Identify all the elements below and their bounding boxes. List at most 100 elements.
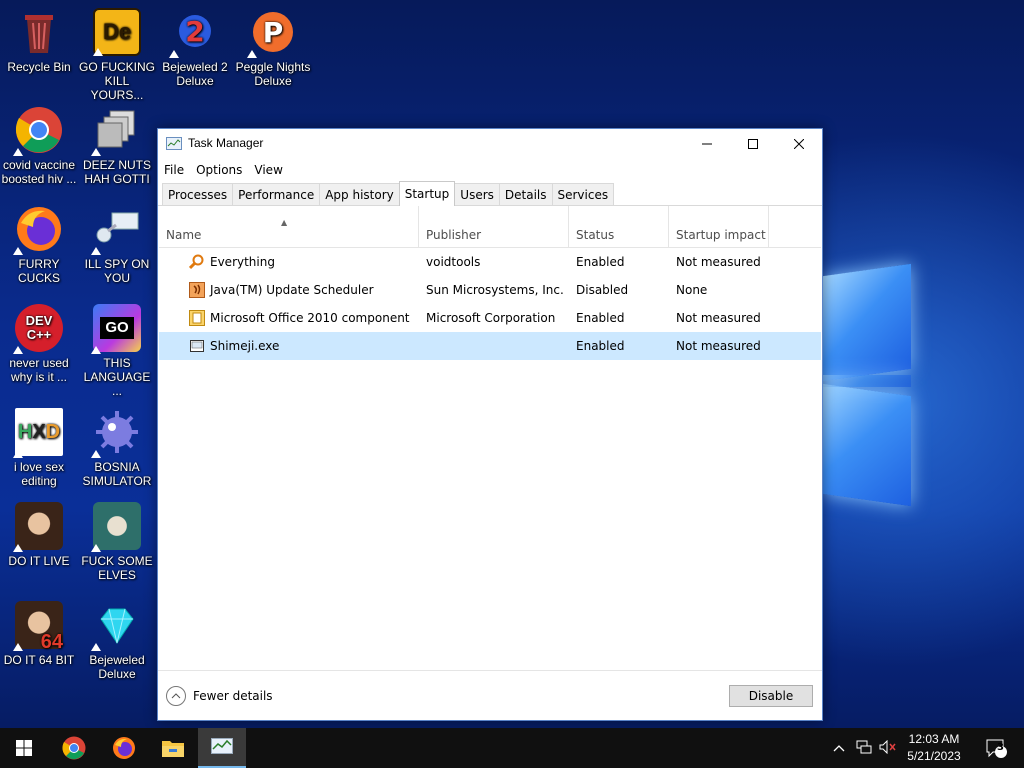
- clock-date: 5/21/2023: [907, 749, 961, 763]
- goland-icon: GO: [91, 304, 141, 354]
- desktop-icon-firefox[interactable]: FURRY CUCKS: [0, 205, 78, 285]
- system-tray: [830, 728, 900, 768]
- desktop-icon-bejeweled[interactable]: Bejeweled Deluxe: [78, 601, 156, 681]
- row-impact: None: [676, 283, 708, 297]
- title-bar[interactable]: Task Manager: [158, 129, 822, 159]
- firefox-icon: [13, 205, 63, 255]
- desktop-icon-do-it-64-bit[interactable]: 64 DO IT 64 BIT: [0, 601, 78, 667]
- network-icon[interactable]: [852, 740, 876, 757]
- tab-users[interactable]: Users: [454, 183, 500, 205]
- exe-icon: [190, 340, 204, 352]
- portrait-icon: [13, 502, 63, 552]
- maximize-icon: [748, 139, 758, 149]
- column-header-status[interactable]: Status: [569, 206, 669, 248]
- window-title: Task Manager: [188, 136, 264, 150]
- close-icon: [794, 139, 804, 149]
- file-explorer-icon: [162, 741, 184, 757]
- java-icon: [189, 282, 205, 298]
- task-manager-icon: [211, 738, 233, 754]
- table-row[interactable]: Microsoft Office 2010 component Microsof…: [159, 304, 821, 332]
- office-icon: [189, 310, 205, 326]
- tab-services[interactable]: Services: [551, 183, 615, 205]
- row-status: Enabled: [576, 255, 625, 269]
- elf-portrait-icon: [91, 502, 141, 552]
- minimize-icon: [702, 143, 712, 145]
- desktop-icon-spy[interactable]: ILL SPY ON YOU: [78, 205, 156, 285]
- chrome-icon: [62, 736, 86, 760]
- windows-stack-icon: [91, 106, 141, 156]
- task-manager-icon: [166, 137, 182, 150]
- clock-time: 12:03 AM: [908, 732, 960, 746]
- taskbar: 12:03 AM 5/21/2023 3: [0, 728, 1024, 768]
- clock[interactable]: 12:03 AM 5/21/2023: [894, 731, 974, 765]
- table-header: ▲ Name Publisher Status Startup impact: [159, 206, 821, 248]
- tab-app-history[interactable]: App history: [319, 183, 400, 205]
- desktop-icon-devcpp[interactable]: DEV C++ never used why is it ...: [0, 304, 78, 384]
- diamond-icon: [91, 601, 141, 651]
- chevron-up-icon[interactable]: [166, 686, 186, 706]
- taskbar-file-explorer[interactable]: [149, 728, 197, 768]
- desktop-icon-chrome[interactable]: covid vaccine boosted hiv ...: [0, 106, 78, 186]
- table-row[interactable]: Java(TM) Update Scheduler Sun Microsyste…: [159, 276, 821, 304]
- svg-text:P: P: [263, 16, 284, 49]
- desktop-icon-deez-nuts[interactable]: DEEZ NUTS HAH GOTTI: [78, 106, 156, 186]
- chevron-up-icon[interactable]: [830, 741, 848, 755]
- desktop-icon-bejeweled-2[interactable]: 2 Bejeweled 2 Deluxe: [156, 8, 234, 88]
- row-name: Everything: [210, 255, 275, 269]
- magnifier-icon: [189, 254, 204, 270]
- tab-processes[interactable]: Processes: [162, 183, 234, 205]
- table-row[interactable]: Everything voidtools Enabled Not measure…: [159, 248, 821, 276]
- tab-strip: Processes Performance App history Startu…: [162, 181, 615, 206]
- tab-performance[interactable]: Performance: [232, 183, 321, 205]
- tab-details[interactable]: Details: [498, 183, 553, 205]
- start-button[interactable]: [0, 728, 48, 768]
- fewer-details-link[interactable]: Fewer details: [193, 689, 273, 703]
- column-header-name[interactable]: Name: [159, 206, 419, 248]
- desktop-icon-de-app[interactable]: De GO FUCKING KILL YOURS...: [78, 8, 156, 102]
- menu-file[interactable]: File: [164, 163, 184, 177]
- taskbar-firefox[interactable]: [100, 728, 148, 768]
- desktop-icon-goland[interactable]: GO THIS LANGUAGE ...: [78, 304, 156, 398]
- close-button[interactable]: [776, 129, 822, 159]
- row-name: Java(TM) Update Scheduler: [210, 283, 374, 297]
- maximize-button[interactable]: [730, 129, 776, 159]
- task-manager-window: Task Manager File Options View Processes…: [157, 128, 823, 721]
- desktop-icon-bosnia[interactable]: BOSNIA SIMULATOR: [78, 408, 156, 488]
- windows-start-icon: [16, 740, 32, 756]
- row-status: Enabled: [576, 311, 625, 325]
- portrait-64-icon: 64: [13, 601, 63, 652]
- taskbar-task-manager[interactable]: [198, 728, 246, 768]
- notification-count-badge: 3: [997, 742, 1004, 753]
- table-row-selected[interactable]: Shimeji.exe Enabled Not measured: [159, 332, 821, 360]
- desktop-icon-do-it-live[interactable]: DO IT LIVE: [0, 502, 78, 568]
- action-center-button[interactable]: 3: [978, 728, 1014, 768]
- row-status: Disabled: [576, 283, 629, 297]
- desktop-icon-elves[interactable]: FUCK SOME ELVES: [78, 502, 156, 582]
- windows-logo-wallpaper: [823, 230, 1023, 530]
- row-publisher: Sun Microsystems, Inc.: [426, 283, 564, 297]
- row-impact: Not measured: [676, 339, 761, 353]
- disable-button[interactable]: Disable: [729, 685, 813, 707]
- desktop-icon-peggle[interactable]: P Peggle Nights Deluxe: [234, 8, 312, 88]
- tab-startup[interactable]: Startup: [398, 181, 456, 206]
- devcpp-icon: DEV C++: [13, 304, 63, 354]
- recycle-bin-icon: [15, 8, 63, 56]
- bejeweled2-icon: 2: [169, 8, 219, 58]
- startup-table: ▲ Name Publisher Status Startup impact E…: [159, 206, 821, 670]
- menu-view[interactable]: View: [254, 163, 282, 177]
- row-impact: Not measured: [676, 311, 761, 325]
- desktop-icon-recycle-bin[interactable]: Recycle Bin: [0, 8, 78, 74]
- de-app-icon: De: [93, 8, 141, 56]
- minimize-button[interactable]: [684, 129, 730, 159]
- footer-bar: Fewer details Disable: [158, 670, 822, 720]
- network-spy-icon: [91, 205, 141, 255]
- row-publisher: Microsoft Corporation: [426, 311, 556, 325]
- menu-options[interactable]: Options: [196, 163, 242, 177]
- column-header-publisher[interactable]: Publisher: [419, 206, 569, 248]
- row-impact: Not measured: [676, 255, 761, 269]
- peggle-icon: P: [247, 8, 297, 58]
- column-header-startup-impact[interactable]: Startup impact: [669, 206, 769, 248]
- hxd-icon: HXD: [13, 408, 63, 458]
- taskbar-chrome[interactable]: [50, 728, 98, 768]
- desktop-icon-hxd[interactable]: HXD i love sex editing: [0, 408, 78, 488]
